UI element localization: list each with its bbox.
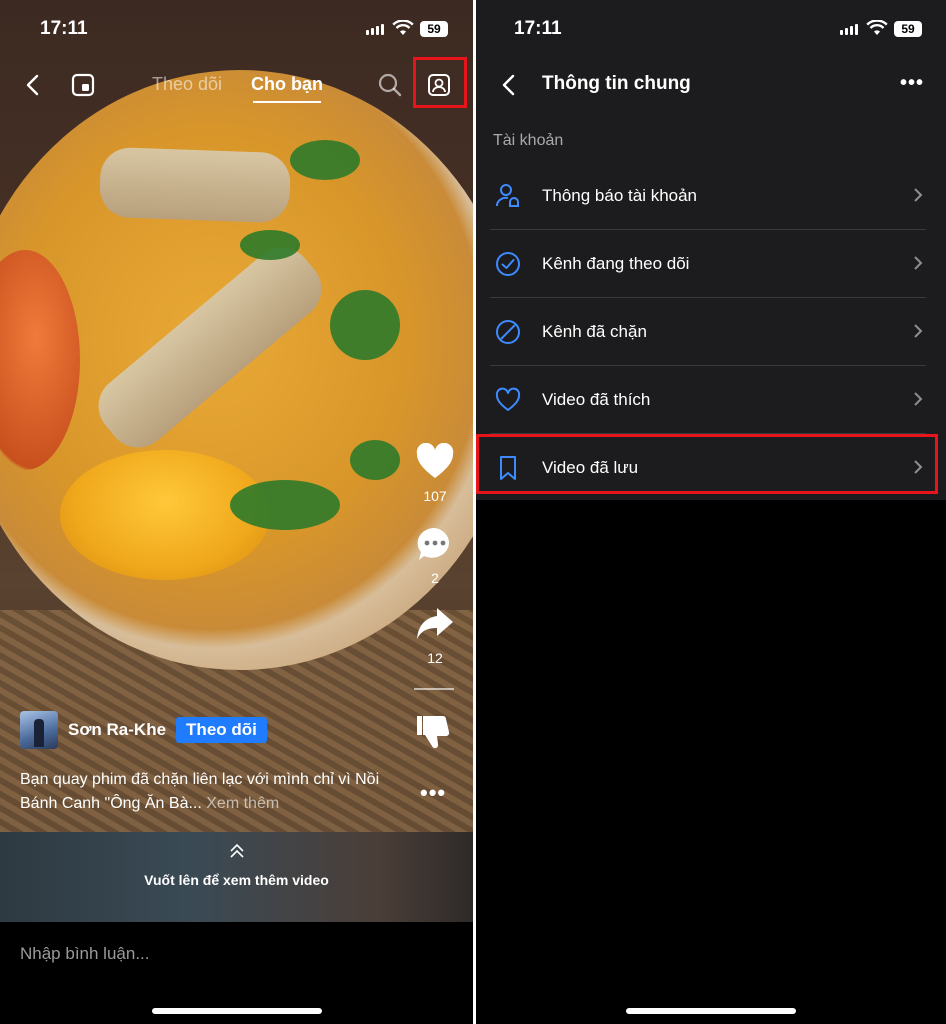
video-frame-herb (330, 290, 400, 360)
back-icon[interactable] (20, 72, 46, 98)
highlight-profile-box (413, 57, 467, 108)
general-info-screen: 17:11 59 Thông tin chung ••• Tài khoản T… (476, 0, 946, 1024)
like-count: 107 (423, 488, 447, 504)
wifi-icon (392, 20, 414, 35)
video-feed-screen: 17:11 59 Theo dõi Cho bạn 107 2 12 Sơn R… (0, 0, 473, 1024)
chevron-right-icon (914, 324, 923, 338)
menu-item-liked-videos[interactable]: Video đã thích (476, 366, 946, 434)
tab-for-you[interactable]: Cho bạn (251, 74, 323, 103)
wifi-icon (866, 20, 888, 35)
menu-item-account-notifications[interactable]: Thông báo tài khoản (476, 162, 946, 230)
dislike-button[interactable] (410, 712, 460, 755)
chevron-up-icon (230, 843, 244, 858)
like-button[interactable]: 107 (410, 442, 460, 504)
share-icon (417, 608, 453, 639)
video-frame-herb (240, 230, 300, 260)
menu-item-blocked-channels[interactable]: Kênh đã chặn (476, 298, 946, 366)
check-circle-icon (496, 252, 520, 276)
thumbs-down-icon (417, 716, 450, 749)
author-name[interactable]: Sơn Ra-Khe (68, 720, 166, 740)
chevron-right-icon (914, 256, 923, 270)
status-bar: 17:11 59 (0, 18, 473, 44)
video-frame-herb (290, 140, 360, 180)
comment-bar (0, 922, 473, 1024)
menu-item-label: Kênh đang theo dõi (542, 254, 690, 273)
avatar[interactable] (20, 711, 58, 749)
follow-button[interactable]: Theo dõi (176, 717, 267, 743)
video-frame-herb (230, 480, 340, 530)
more-options-button[interactable]: ••• (420, 780, 446, 806)
section-label-account: Tài khoản (493, 132, 564, 149)
block-icon (496, 320, 520, 344)
search-icon[interactable] (377, 72, 403, 98)
menu-item-label: Thông báo tài khoản (542, 186, 698, 205)
swipe-hint[interactable]: Vuốt lên để xem thêm video (0, 832, 473, 922)
comment-input[interactable] (20, 944, 440, 964)
caption-text: Bạn quay phim đã chặn liên lạc với mình … (20, 771, 380, 812)
comment-icon (417, 527, 449, 560)
comment-count: 2 (431, 570, 439, 586)
share-count: 12 (427, 650, 443, 666)
top-nav: Theo dõi Cho bạn (0, 62, 473, 106)
account-notification-icon (495, 184, 519, 207)
signal-icon (840, 24, 858, 35)
header: 17:11 59 Thông tin chung ••• (476, 0, 946, 110)
action-divider (414, 688, 454, 690)
mini-player-icon[interactable] (70, 72, 96, 98)
battery-icon: 59 (894, 21, 922, 37)
author-row: Sơn Ra-Khe Theo dõi (20, 710, 267, 750)
more-options-button[interactable]: ••• (900, 72, 924, 95)
video-caption: Bạn quay phim đã chặn liên lạc với mình … (20, 768, 380, 816)
comment-button[interactable]: 2 (410, 525, 460, 586)
chevron-right-icon (914, 188, 923, 202)
home-indicator[interactable] (626, 1008, 796, 1014)
battery-icon: 59 (420, 21, 448, 37)
status-time: 17:11 (40, 18, 88, 39)
video-frame-roll (98, 146, 292, 224)
share-button[interactable]: 12 (410, 605, 460, 666)
tab-following[interactable]: Theo dõi (152, 74, 222, 95)
video-frame-herb (350, 440, 400, 480)
heart-icon (416, 442, 454, 478)
page-title: Thông tin chung (542, 73, 691, 94)
home-indicator[interactable] (152, 1008, 322, 1014)
menu-item-following-channels[interactable]: Kênh đang theo dõi (476, 230, 946, 298)
menu-item-label: Video đã thích (542, 390, 651, 409)
heart-icon (495, 387, 521, 411)
menu-item-label: Kênh đã chặn (542, 322, 647, 341)
chevron-right-icon (914, 392, 923, 406)
status-bar: 17:11 59 (476, 18, 946, 44)
signal-icon (366, 24, 384, 35)
video-player[interactable] (0, 0, 473, 832)
back-icon[interactable] (496, 72, 522, 98)
see-more-link[interactable]: Xem thêm (206, 795, 279, 812)
status-time: 17:11 (514, 18, 562, 39)
swipe-hint-text: Vuốt lên để xem thêm video (144, 872, 329, 888)
highlight-saved-videos-box (476, 434, 938, 494)
